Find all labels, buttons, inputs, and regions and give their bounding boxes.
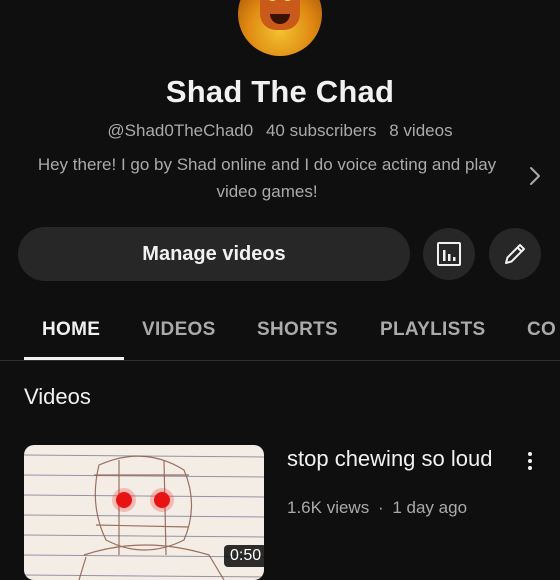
- video-age: 1 day ago: [392, 498, 468, 517]
- video-meta: 1.6K views · 1 day ago: [287, 498, 467, 518]
- pencil-icon: [505, 244, 525, 264]
- active-tab-indicator: [24, 357, 124, 360]
- meta-separator: ·: [377, 498, 384, 517]
- video-views: 1.6K views: [287, 498, 370, 517]
- video-count: 8 videos: [389, 121, 453, 140]
- channel-description[interactable]: Hey there! I go by Shad online and I do …: [22, 151, 512, 205]
- tab-community[interactable]: CO: [527, 319, 556, 341]
- channel-name: Shad The Chad: [165, 74, 395, 109]
- tab-shorts[interactable]: SHORTS: [257, 319, 338, 341]
- channel-avatar[interactable]: [238, 0, 322, 56]
- video-duration: 0:50: [224, 545, 264, 567]
- subscriber-count: 40 subscribers: [265, 121, 377, 140]
- section-title: Videos: [24, 384, 91, 409]
- tab-home[interactable]: HOME: [42, 319, 100, 341]
- more-vert-icon[interactable]: [520, 450, 540, 472]
- video-title[interactable]: stop chewing so loud: [287, 445, 507, 473]
- channel-handle: @Shad0TheChad0: [107, 121, 254, 140]
- analytics-icon: [437, 242, 461, 266]
- edit-channel-button[interactable]: [489, 228, 541, 280]
- analytics-button[interactable]: [423, 228, 475, 280]
- chevron-right-icon[interactable]: [524, 164, 546, 188]
- channel-tabs: HOME VIDEOS SHORTS PLAYLISTS CO: [0, 300, 560, 361]
- tab-videos[interactable]: VIDEOS: [142, 319, 216, 341]
- manage-videos-button[interactable]: Manage videos: [18, 227, 410, 281]
- tab-playlists[interactable]: PLAYLISTS: [380, 319, 485, 341]
- channel-meta: @Shad0TheChad0 40 subscribers 8 videos: [0, 121, 560, 141]
